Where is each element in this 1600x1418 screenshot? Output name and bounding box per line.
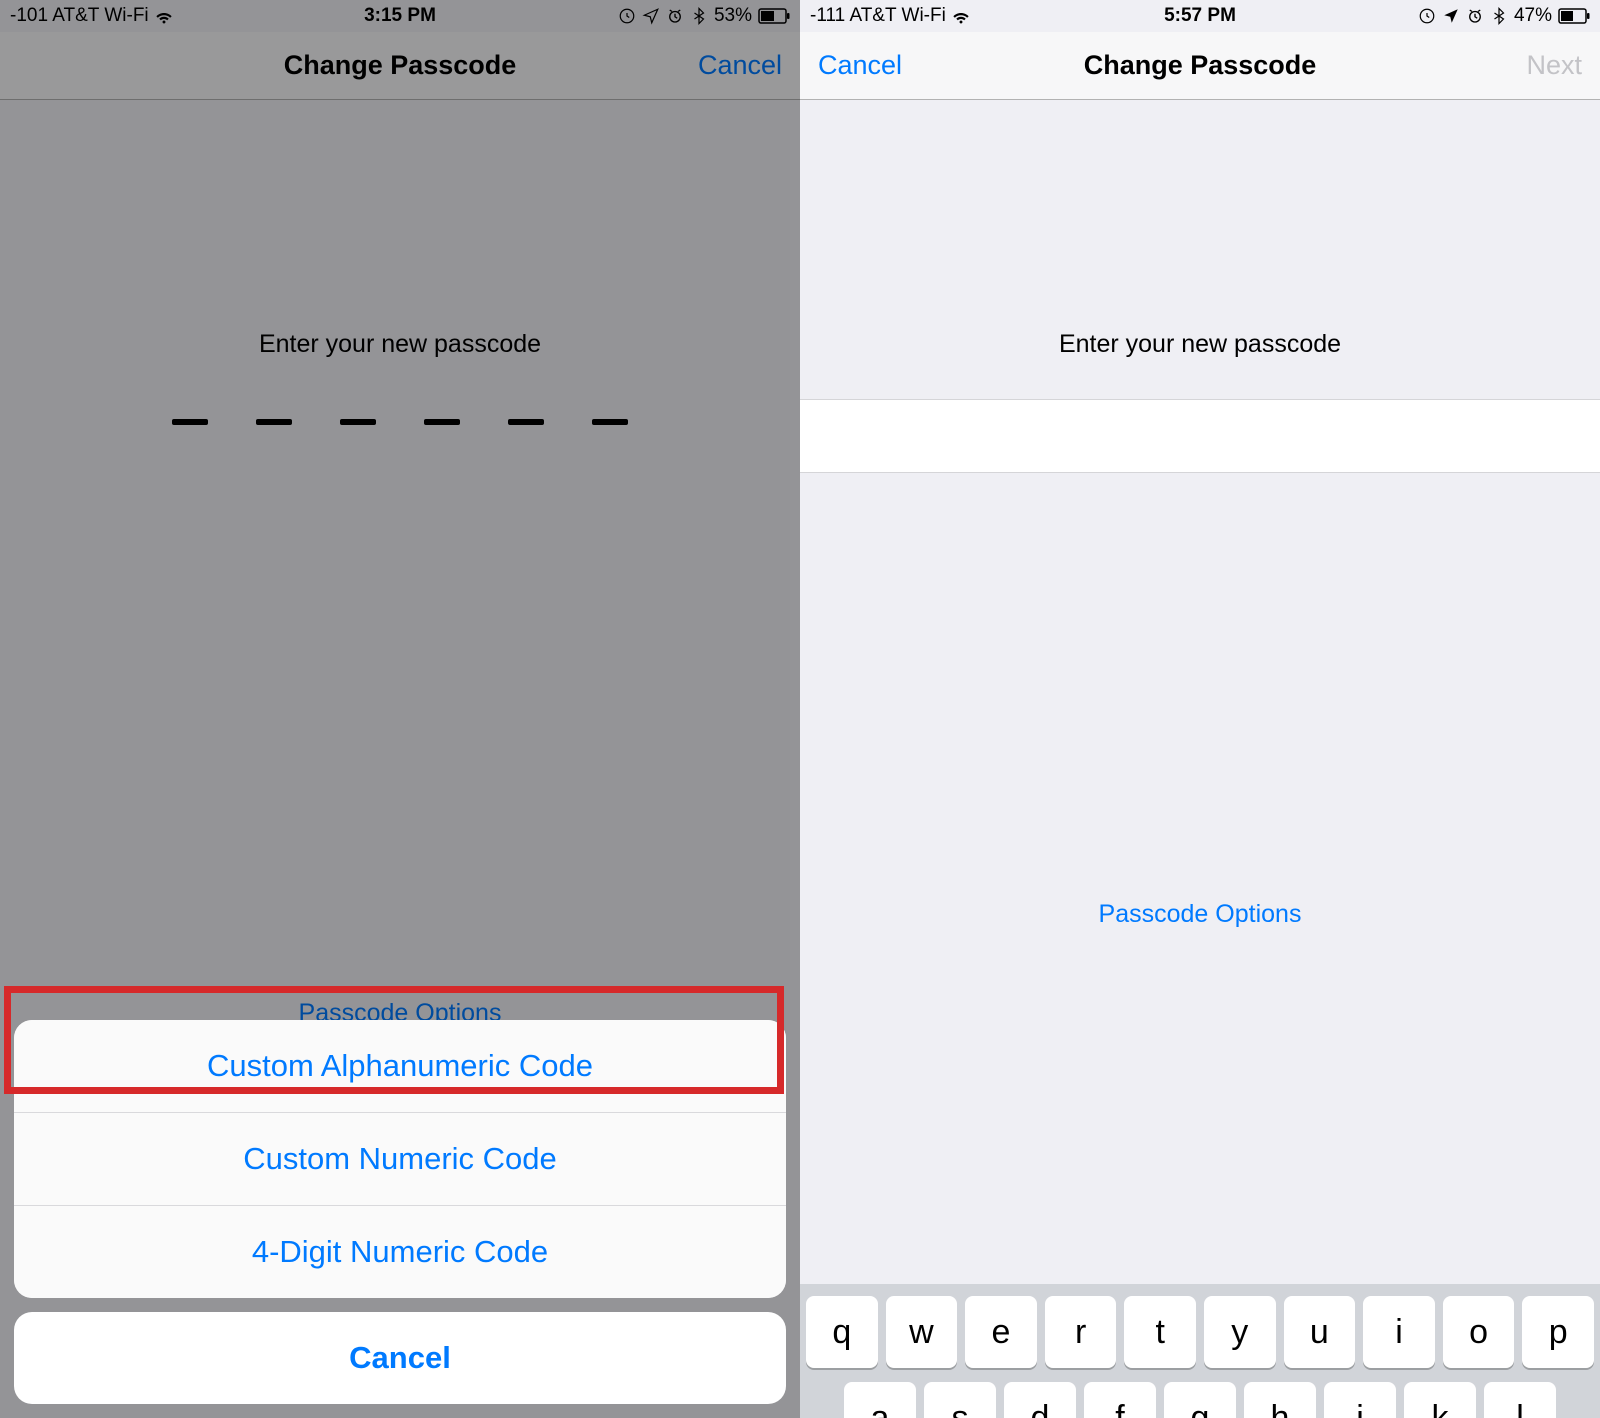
key-a[interactable]: a xyxy=(844,1382,916,1418)
battery-icon xyxy=(1558,8,1590,24)
key-y[interactable]: y xyxy=(1204,1296,1276,1368)
screenshot-left: -101 AT&T Wi-Fi 3:15 PM 53% xyxy=(0,0,800,1418)
option-4digit-numeric[interactable]: 4-Digit Numeric Code xyxy=(14,1206,786,1298)
rotation-lock-icon xyxy=(618,7,636,25)
battery-percent: 53% xyxy=(714,5,752,27)
passcode-dash xyxy=(424,419,460,425)
bluetooth-icon xyxy=(1490,7,1508,25)
key-u[interactable]: u xyxy=(1284,1296,1356,1368)
key-o[interactable]: o xyxy=(1443,1296,1515,1368)
status-bar: -101 AT&T Wi-Fi 3:15 PM 53% xyxy=(0,0,800,32)
key-w[interactable]: w xyxy=(886,1296,958,1368)
passcode-options-link[interactable]: Passcode Options xyxy=(800,900,1600,929)
key-q[interactable]: q xyxy=(806,1296,878,1368)
option-custom-alphanumeric[interactable]: Custom Alphanumeric Code xyxy=(14,1020,786,1113)
option-custom-numeric[interactable]: Custom Numeric Code xyxy=(14,1113,786,1206)
prompt-label: Enter your new passcode xyxy=(800,330,1600,359)
status-bar: -111 AT&T Wi-Fi 5:57 PM 47% xyxy=(800,0,1600,32)
key-l[interactable]: l xyxy=(1484,1382,1556,1418)
nav-bar: Change Passcode Cancel xyxy=(0,32,800,100)
bluetooth-icon xyxy=(690,7,708,25)
cancel-button[interactable]: Cancel xyxy=(800,32,920,99)
prompt-label: Enter your new passcode xyxy=(0,330,800,359)
rotation-lock-icon xyxy=(1418,7,1436,25)
passcode-dash xyxy=(508,419,544,425)
wifi-icon xyxy=(952,7,970,25)
action-sheet: Custom Alphanumeric Code Custom Numeric … xyxy=(14,1020,786,1404)
key-f[interactable]: f xyxy=(1084,1382,1156,1418)
battery-icon xyxy=(758,8,790,24)
key-i[interactable]: i xyxy=(1363,1296,1435,1368)
location-icon xyxy=(642,7,660,25)
nav-bar: Cancel Change Passcode Next xyxy=(800,32,1600,100)
page-title: Change Passcode xyxy=(1084,50,1317,81)
page-title: Change Passcode xyxy=(284,50,517,81)
key-j[interactable]: j xyxy=(1324,1382,1396,1418)
key-e[interactable]: e xyxy=(965,1296,1037,1368)
key-h[interactable]: h xyxy=(1244,1382,1316,1418)
alarm-icon xyxy=(1466,7,1484,25)
passcode-dash xyxy=(172,419,208,425)
key-d[interactable]: d xyxy=(1004,1382,1076,1418)
location-icon xyxy=(1442,7,1460,25)
keyboard: qwertyuiop asdfghjkl zxcvbnm .?123 space… xyxy=(800,1284,1600,1418)
key-p[interactable]: p xyxy=(1522,1296,1594,1368)
action-sheet-cancel[interactable]: Cancel xyxy=(14,1312,786,1404)
carrier-label: -111 AT&T Wi-Fi xyxy=(810,5,946,27)
passcode-input[interactable] xyxy=(800,399,1600,473)
wifi-icon xyxy=(155,7,173,25)
passcode-dash xyxy=(256,419,292,425)
key-r[interactable]: r xyxy=(1045,1296,1117,1368)
key-g[interactable]: g xyxy=(1164,1382,1236,1418)
key-s[interactable]: s xyxy=(924,1382,996,1418)
key-t[interactable]: t xyxy=(1124,1296,1196,1368)
cancel-button[interactable]: Cancel xyxy=(680,32,800,99)
passcode-dash xyxy=(592,419,628,425)
passcode-dash xyxy=(340,419,376,425)
battery-percent: 47% xyxy=(1514,5,1552,27)
carrier-label: -101 AT&T Wi-Fi xyxy=(10,5,149,27)
passcode-dashes xyxy=(0,419,800,425)
key-k[interactable]: k xyxy=(1404,1382,1476,1418)
next-button[interactable]: Next xyxy=(1508,32,1600,99)
alarm-icon xyxy=(666,7,684,25)
screenshot-right: -111 AT&T Wi-Fi 5:57 PM 47% xyxy=(800,0,1600,1418)
